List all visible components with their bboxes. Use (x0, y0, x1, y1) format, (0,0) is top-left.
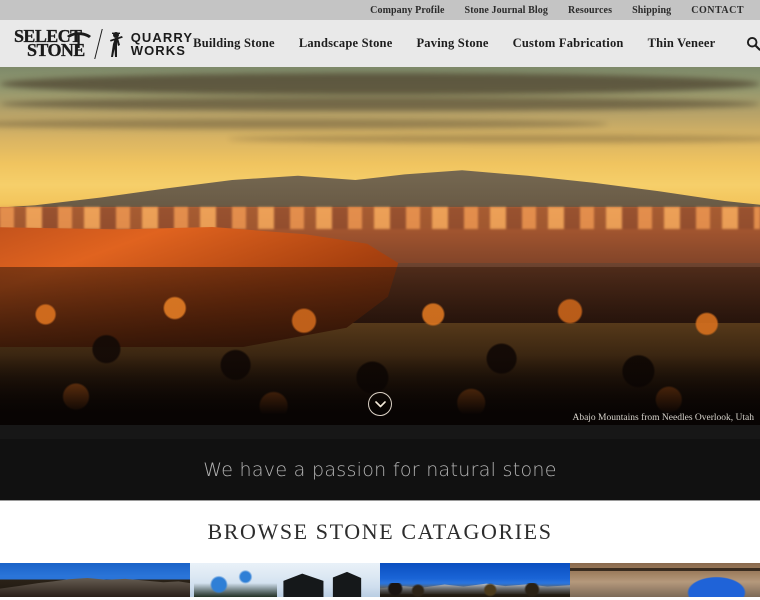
logo-word-quarry: QUARRY (130, 29, 194, 45)
nav-item-landscape-stone[interactable]: Landscape Stone (299, 36, 393, 51)
scroll-down-button[interactable] (368, 392, 392, 416)
category-tile-3[interactable] (380, 563, 570, 597)
browse-title: BROWSE STONE CATAGORIES (207, 519, 553, 544)
browse-section: BROWSE STONE CATAGORIES (0, 501, 760, 563)
top-utility-bar: Company Profile Stone Journal Blog Resou… (0, 0, 760, 20)
topbar-link-stone-journal-blog[interactable]: Stone Journal Blog (465, 5, 548, 16)
search-button[interactable] (743, 34, 760, 54)
main-navigation: Building Stone Landscape Stone Paving St… (193, 34, 760, 54)
logo-select-stone: SELECT STONE (14, 27, 91, 59)
tagline-band: We have a passion for natural stone (0, 439, 760, 501)
logo-word-works: WORKS (130, 42, 187, 58)
chevron-down-icon (374, 400, 386, 407)
nav-item-building-stone[interactable]: Building Stone (193, 36, 275, 51)
pickaxe-icon (67, 32, 91, 49)
nav-item-thin-veneer[interactable]: Thin Veneer (648, 36, 716, 51)
logo-quarry-works: QUARRY WORKS (131, 31, 193, 57)
site-header: SELECT STONE QUARRY WORKS Building Stone… (0, 20, 760, 67)
topbar-link-company-profile[interactable]: Company Profile (370, 5, 444, 16)
search-icon (746, 36, 760, 51)
category-tile-4[interactable] (570, 563, 760, 597)
topbar-link-contact[interactable]: CONTACT (691, 5, 744, 16)
hero-banner (0, 67, 760, 425)
tagline-text: We have a passion for natural stone (203, 458, 557, 481)
category-tile-1[interactable] (0, 563, 190, 597)
category-tiles (0, 563, 760, 597)
hero-cloud-band (0, 73, 760, 95)
nav-item-custom-fabrication[interactable]: Custom Fabrication (513, 36, 624, 51)
site-logo[interactable]: SELECT STONE QUARRY WORKS (14, 27, 193, 59)
hero-cloud-band (0, 97, 760, 111)
topbar-link-resources[interactable]: Resources (568, 5, 612, 16)
logo-divider (93, 28, 103, 59)
category-tile-2[interactable] (190, 563, 380, 597)
hero-caption-band: Abajo Mountains from Needles Overlook, U… (0, 413, 760, 439)
miner-icon (109, 31, 123, 57)
topbar-link-shipping[interactable]: Shipping (632, 5, 671, 16)
hero-caption: Abajo Mountains from Needles Overlook, U… (572, 413, 754, 423)
nav-item-paving-stone[interactable]: Paving Stone (416, 36, 488, 51)
